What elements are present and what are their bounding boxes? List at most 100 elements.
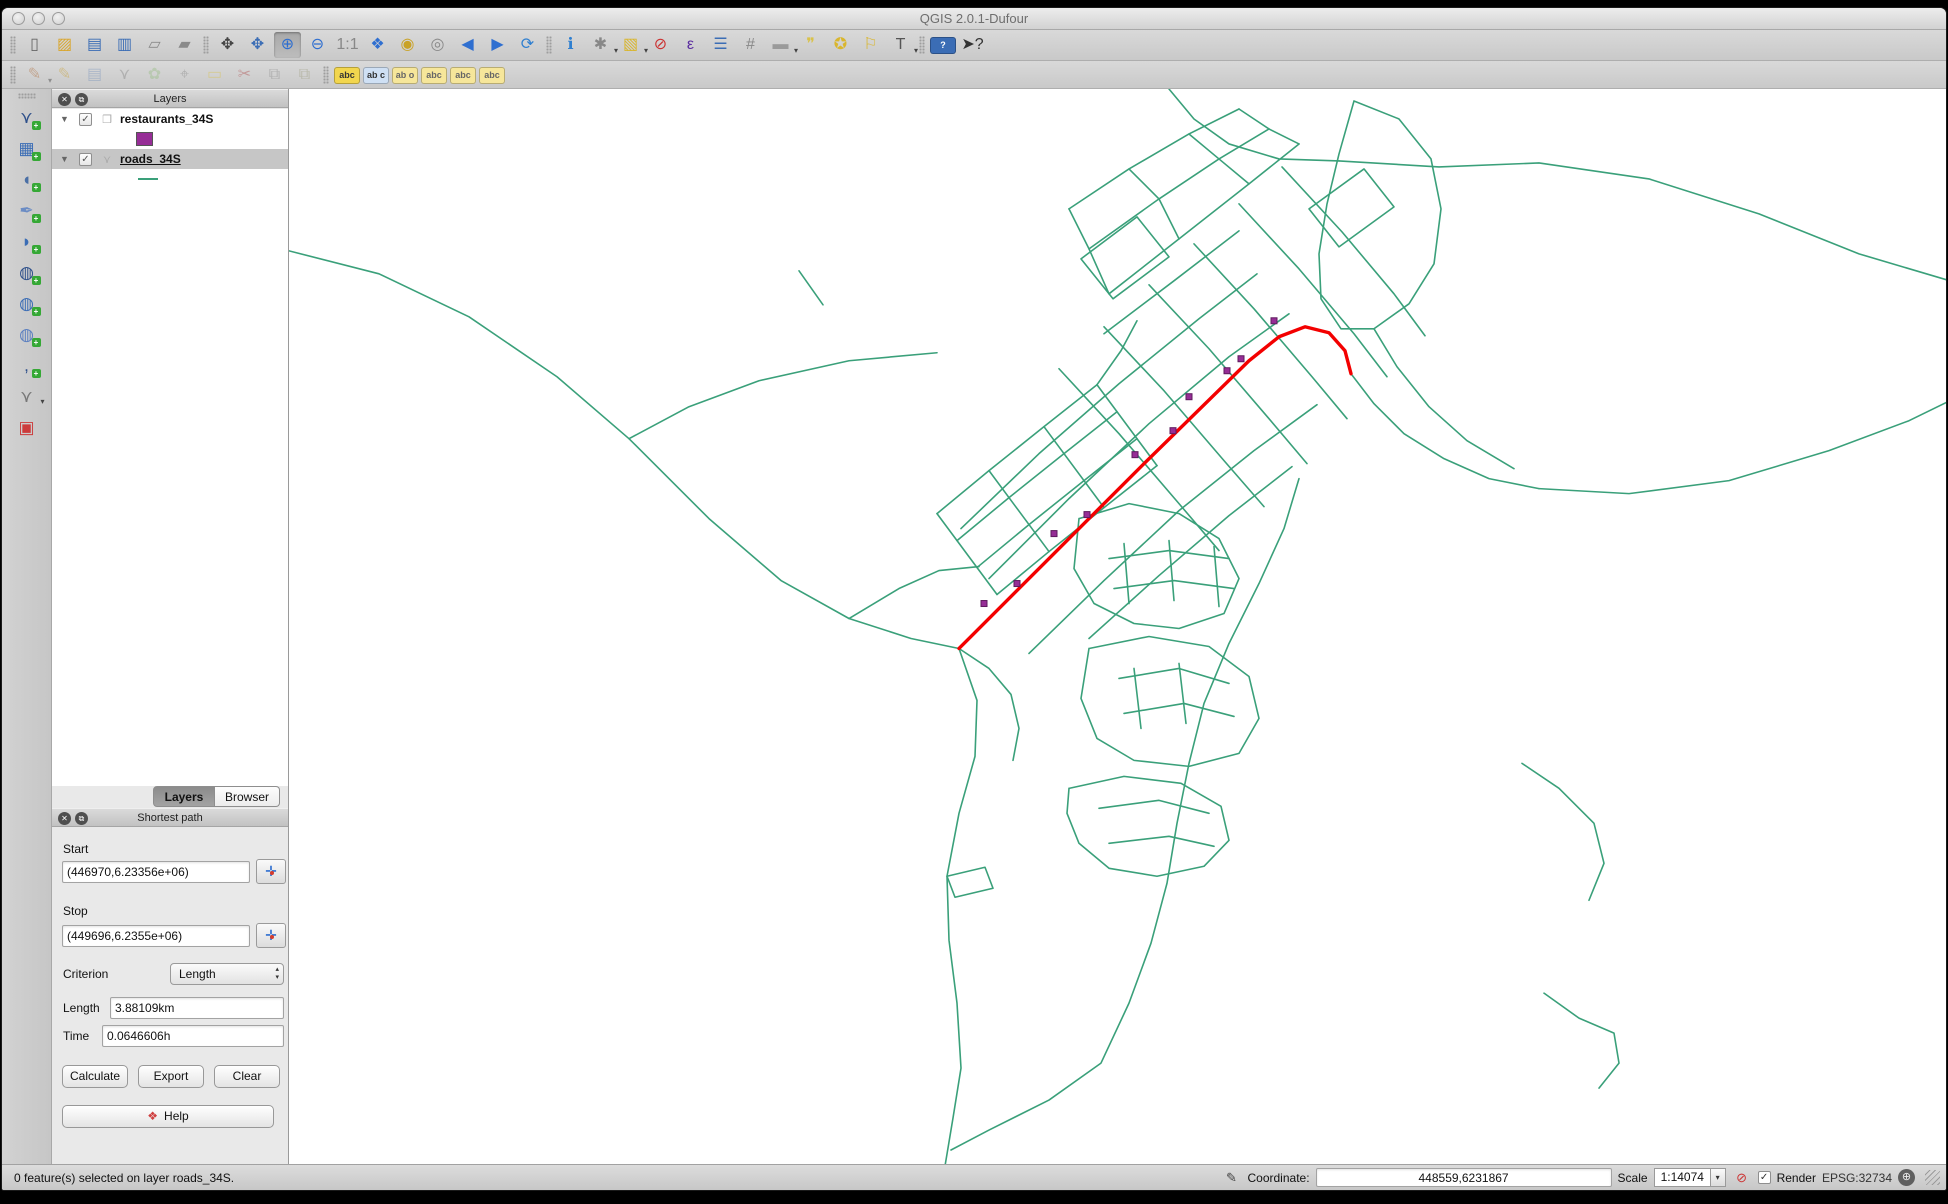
- save-layer-edits-icon[interactable]: ▤: [81, 62, 108, 88]
- add-raster-layer-icon[interactable]: ▦+: [13, 135, 41, 161]
- road-line: [1339, 161, 1946, 281]
- expander-icon[interactable]: ▼: [60, 154, 70, 164]
- add-delimited-text-layer-icon[interactable]: ,+: [13, 352, 41, 378]
- map-canvas[interactable]: [289, 89, 1946, 1164]
- crs-projector-icon[interactable]: ⊕: [1898, 1169, 1915, 1186]
- add-wms-layer-icon[interactable]: ◍+: [13, 259, 41, 285]
- label-rotate-icon[interactable]: abc: [479, 67, 505, 84]
- zoom-in-icon[interactable]: ⊕: [274, 32, 301, 58]
- open-project-icon[interactable]: ▨: [51, 32, 78, 58]
- measure-icon[interactable]: ▬▾: [767, 32, 794, 58]
- add-wfs-layer-icon[interactable]: ◍+: [13, 321, 41, 347]
- cut-features-icon[interactable]: ✂: [231, 62, 258, 88]
- coordinate-input[interactable]: [1316, 1168, 1612, 1187]
- new-project-icon[interactable]: ▯: [21, 32, 48, 58]
- current-edits-icon[interactable]: ✎▾: [21, 62, 48, 88]
- run-feature-action-icon[interactable]: ✱▾: [587, 32, 614, 58]
- extents-toggle-icon[interactable]: ✎: [1222, 1169, 1242, 1187]
- toolbar-drag-handle[interactable]: [18, 93, 36, 99]
- zoom-out-icon[interactable]: ⊖: [304, 32, 331, 58]
- save-project-icon[interactable]: ▤: [81, 32, 108, 58]
- new-print-composer-icon[interactable]: ▱: [141, 32, 168, 58]
- identify-features-icon[interactable]: ℹ: [557, 32, 584, 58]
- tab-browser[interactable]: Browser: [215, 786, 280, 807]
- copy-features-icon[interactable]: ⧉: [261, 62, 288, 88]
- map-tips-icon[interactable]: ❞: [797, 32, 824, 58]
- refresh-icon[interactable]: ⟳: [514, 32, 541, 58]
- composer-manager-icon[interactable]: ▰: [171, 32, 198, 58]
- help-contents-icon[interactable]: ?: [930, 37, 956, 54]
- add-postgis-layer-icon[interactable]: ◖+: [13, 166, 41, 192]
- label-icon[interactable]: abc: [334, 67, 360, 84]
- field-calculator-icon[interactable]: #: [737, 32, 764, 58]
- scale-lock-icon[interactable]: ⊘: [1732, 1169, 1752, 1187]
- label-highlight-icon[interactable]: abc: [421, 67, 447, 84]
- toggle-editing-icon[interactable]: ✎: [51, 62, 78, 88]
- road-line: [989, 471, 1049, 552]
- line-layer-icon: ⋎: [99, 153, 115, 166]
- help-button[interactable]: ❖Help: [62, 1105, 274, 1128]
- new-shapefile-layer-icon[interactable]: ⋎▾: [13, 383, 41, 409]
- restaurant-point: [1238, 356, 1244, 362]
- line-symbol-swatch[interactable]: [138, 178, 158, 180]
- left-dock: ✕ ⧉ Layers ▼ ✓ ❒ restaurants_34S ▼ ✓ ⋎ r…: [52, 89, 289, 1164]
- start-input[interactable]: [62, 861, 250, 883]
- zoom-to-selection-icon[interactable]: ◉: [394, 32, 421, 58]
- point-symbol-swatch[interactable]: [136, 132, 153, 146]
- paste-features-icon[interactable]: ⧉: [291, 62, 318, 88]
- text-annotation-icon[interactable]: T▾: [887, 32, 914, 58]
- move-feature-icon[interactable]: ✿: [141, 62, 168, 88]
- help-button-label: Help: [164, 1109, 189, 1123]
- pan-map-icon[interactable]: ✥: [214, 32, 241, 58]
- select-rectangle-icon[interactable]: ▭: [201, 62, 228, 88]
- zoom-to-layer-icon[interactable]: ◎: [424, 32, 451, 58]
- label-settings-icon[interactable]: ab c: [363, 67, 389, 84]
- road-line: [1374, 329, 1514, 469]
- whats-this-icon[interactable]: ➤?: [959, 32, 986, 58]
- layer-visibility-checkbox[interactable]: ✓: [79, 153, 92, 166]
- save-project-as-icon[interactable]: ▥: [111, 32, 138, 58]
- add-wcs-layer-icon[interactable]: ◍+: [13, 290, 41, 316]
- tab-layers[interactable]: Layers: [153, 786, 215, 807]
- layer-item-roads[interactable]: ▼ ✓ ⋎ roads_34S: [52, 149, 288, 169]
- expander-icon[interactable]: ▼: [60, 114, 70, 124]
- restaurant-point: [1224, 368, 1230, 374]
- capture-stop-point-button[interactable]: ✛: [256, 923, 286, 948]
- scale-combo[interactable]: 1:14074 ▾: [1654, 1168, 1726, 1187]
- label-move-icon[interactable]: abc: [450, 67, 476, 84]
- layer-item-restaurants[interactable]: ▼ ✓ ❒ restaurants_34S: [52, 109, 288, 129]
- time-output[interactable]: [102, 1025, 284, 1047]
- toolbar-drag-handle[interactable]: [10, 66, 16, 84]
- clear-button[interactable]: Clear: [214, 1065, 280, 1088]
- zoom-next-icon[interactable]: ▶: [484, 32, 511, 58]
- capture-start-point-button[interactable]: ✛: [256, 859, 286, 884]
- select-features-icon[interactable]: ▧▾: [617, 32, 644, 58]
- attribute-table-icon[interactable]: ☰: [707, 32, 734, 58]
- add-spatialite-layer-icon[interactable]: ✒+: [13, 197, 41, 223]
- select-by-expression-icon[interactable]: ε: [677, 32, 704, 58]
- resize-grip[interactable]: [1925, 1170, 1940, 1185]
- export-button[interactable]: Export: [138, 1065, 204, 1088]
- label-pin-icon[interactable]: ab o: [392, 67, 418, 84]
- zoom-native-icon[interactable]: 1:1: [334, 32, 361, 58]
- add-mssql-layer-icon[interactable]: ◗+: [13, 228, 41, 254]
- stop-input[interactable]: [62, 925, 250, 947]
- new-bookmark-icon[interactable]: ✪: [827, 32, 854, 58]
- scale-dropdown-icon[interactable]: ▾: [1710, 1169, 1725, 1186]
- add-vector-layer-icon[interactable]: ⋎+: [13, 104, 41, 130]
- length-output[interactable]: [110, 997, 284, 1019]
- layer-visibility-checkbox[interactable]: ✓: [79, 113, 92, 126]
- show-bookmarks-icon[interactable]: ⚐: [857, 32, 884, 58]
- render-checkbox[interactable]: ✓: [1758, 1171, 1771, 1184]
- criterion-dropdown[interactable]: Length ▴▾: [170, 963, 284, 985]
- pan-to-selection-icon[interactable]: ✥: [244, 32, 271, 58]
- calculate-button[interactable]: Calculate: [62, 1065, 128, 1088]
- zoom-last-icon[interactable]: ◀: [454, 32, 481, 58]
- deselect-features-icon[interactable]: ⊘: [647, 32, 674, 58]
- zoom-full-icon[interactable]: ❖: [364, 32, 391, 58]
- layer-name: roads_34S: [120, 152, 181, 166]
- add-feature-icon[interactable]: ⋎: [111, 62, 138, 88]
- node-tool-icon[interactable]: ⌖: [171, 62, 198, 88]
- toolbar-drag-handle[interactable]: [10, 36, 16, 54]
- add-oracle-layer-icon[interactable]: ▣: [13, 414, 41, 440]
